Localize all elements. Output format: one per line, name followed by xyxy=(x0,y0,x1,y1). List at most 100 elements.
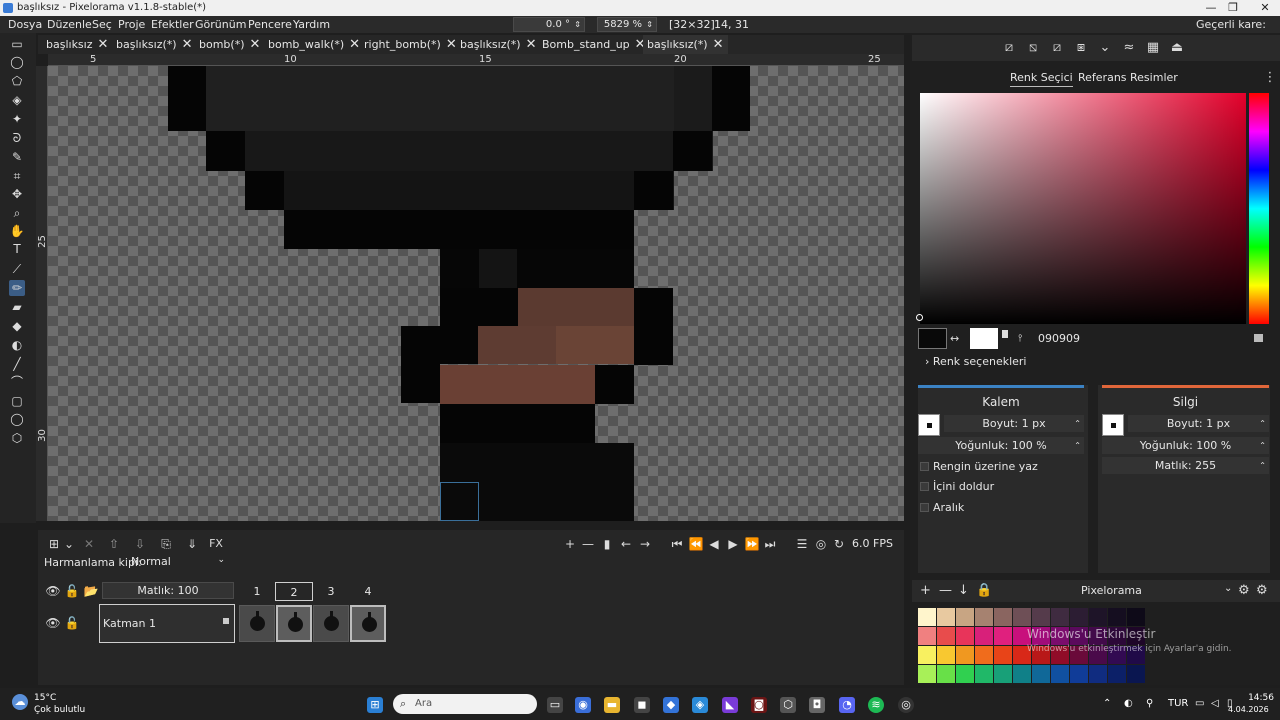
color-picker-icon[interactable]: ⟋ xyxy=(9,261,25,277)
close-icon[interactable]: ✕ xyxy=(349,37,360,52)
task-view-icon[interactable]: ▭ xyxy=(547,697,563,713)
palette-swatch[interactable] xyxy=(1127,665,1145,683)
palette-swatch[interactable] xyxy=(937,627,955,645)
fx-button[interactable]: FX xyxy=(207,535,225,553)
visibility-icon[interactable]: 👁 xyxy=(44,582,62,600)
clone-layer-icon[interactable]: ⎘ xyxy=(157,535,175,553)
app-icon[interactable]: ◆ xyxy=(663,697,679,713)
loop-icon[interactable]: ↻ xyxy=(830,535,848,553)
palette-settings-icon[interactable]: ⚙ xyxy=(1238,583,1250,598)
play-icon[interactable]: ▶ xyxy=(724,535,742,553)
pixelorama-taskbar-icon[interactable]: ◘ xyxy=(809,697,825,713)
close-icon[interactable]: ✕ xyxy=(182,37,193,52)
cel-frame-3[interactable] xyxy=(313,605,349,642)
polygon-select-icon[interactable]: ⬠ xyxy=(9,73,25,89)
spacing-checkbox[interactable]: Aralık xyxy=(920,501,964,514)
weather-description[interactable]: Çok bulutlu xyxy=(34,705,85,715)
palette-swatch[interactable] xyxy=(1013,608,1031,626)
lock-icon[interactable]: 🔒 xyxy=(976,583,992,598)
eraser-density-field[interactable]: Yoğunluk: 100 % ⌃ xyxy=(1102,437,1269,454)
palette-swatch[interactable] xyxy=(1013,665,1031,683)
zoom-icon[interactable]: ⌕ xyxy=(9,205,25,221)
palette-swatch[interactable] xyxy=(975,608,993,626)
checkerboard-icon[interactable]: ▦ xyxy=(1145,40,1161,56)
move-layer-down-icon[interactable]: ⇩ xyxy=(131,535,149,553)
palette-swatch[interactable] xyxy=(1032,608,1050,626)
palette-swatch[interactable] xyxy=(937,608,955,626)
tab-project[interactable]: bomb_walk(*) ✕ xyxy=(264,35,364,54)
palette-swatch[interactable] xyxy=(956,608,974,626)
clock-time[interactable]: 14:56 xyxy=(1246,693,1274,703)
zoom-field[interactable]: 5829 % ⇕ xyxy=(597,17,657,32)
drawing-canvas[interactable] xyxy=(48,66,904,521)
right-color-swatch[interactable] xyxy=(970,328,998,349)
rectangle-select-icon[interactable]: ▭ xyxy=(9,36,25,52)
next-frame-icon[interactable]: ⏩ xyxy=(743,535,761,553)
eraser-brush-type-button[interactable] xyxy=(1102,414,1124,436)
play-backwards-icon[interactable]: ◀ xyxy=(705,535,723,553)
pan-icon[interactable]: ✋ xyxy=(9,223,25,239)
palette-swatch[interactable] xyxy=(994,627,1012,645)
tab-project[interactable]: başlıksız(*) ✕ xyxy=(112,35,197,54)
ellipse-icon[interactable]: ◯ xyxy=(9,411,25,427)
chevron-down-icon[interactable]: ⌄ xyxy=(60,535,78,553)
tab-project[interactable]: bomb(*) ✕ xyxy=(195,35,264,54)
chevron-up-icon[interactable]: ⌃ xyxy=(1103,698,1111,709)
brush-type-button[interactable] xyxy=(918,414,940,436)
palette-swatch[interactable] xyxy=(956,646,974,664)
menu-window[interactable]: Pencere xyxy=(248,18,292,31)
cel-frame-4[interactable] xyxy=(350,605,386,642)
move-down-icon[interactable]: ↓ xyxy=(958,583,969,598)
swap-colors-icon[interactable]: ↔ xyxy=(950,332,959,345)
palette-name[interactable]: Pixelorama xyxy=(1081,584,1142,597)
move-frame-left-icon[interactable]: ← xyxy=(617,535,635,553)
remove-frame-icon[interactable]: — xyxy=(579,535,597,553)
mirror-vertical-icon[interactable]: ⧅ xyxy=(1025,40,1041,56)
palette-swatch[interactable] xyxy=(1032,665,1050,683)
spotify-icon[interactable]: ≋ xyxy=(868,697,884,713)
tab-reference-images[interactable]: Referans Resimler xyxy=(1078,70,1178,87)
close-icon[interactable]: ✕ xyxy=(98,37,109,52)
curve-icon[interactable]: ⌒ xyxy=(9,374,25,390)
dynamics-icon[interactable]: ≈ xyxy=(1121,40,1137,56)
tab-project[interactable]: başlıksız(*) ✕ xyxy=(456,35,541,54)
app-icon[interactable]: ◈ xyxy=(692,697,708,713)
palette-swatch[interactable] xyxy=(956,665,974,683)
layer-visibility-icon[interactable]: 👁 xyxy=(44,614,62,632)
pencil-icon[interactable]: ✏ xyxy=(9,280,25,296)
palette-swatch[interactable] xyxy=(1070,608,1088,626)
color-select-icon[interactable]: ◈ xyxy=(9,92,25,108)
file-explorer-icon[interactable]: ▬ xyxy=(604,697,620,713)
menu-effects[interactable]: Efektler xyxy=(151,18,194,31)
layer-row[interactable]: Katman 1 xyxy=(99,604,235,643)
clock-date[interactable]: 4.04.2026 xyxy=(1228,705,1269,714)
copilot-icon[interactable]: ◉ xyxy=(575,697,591,713)
palette-swatch[interactable] xyxy=(1070,665,1088,683)
palette-more-icon[interactable]: ⚙ xyxy=(1256,583,1268,598)
weather-temperature[interactable]: 15°C xyxy=(34,693,56,703)
palette-swatch[interactable] xyxy=(918,627,936,645)
tab-project[interactable]: başlıksız ✕ xyxy=(42,35,112,54)
blend-mode-select[interactable]: Normal ⌄ xyxy=(131,555,228,570)
palette-swatch[interactable] xyxy=(937,646,955,664)
menu-help[interactable]: Yardım xyxy=(293,18,330,31)
palette-swatch[interactable] xyxy=(1051,665,1069,683)
palette-swatch[interactable] xyxy=(918,646,936,664)
color-saturation-value-picker[interactable] xyxy=(920,93,1246,324)
lasso-icon[interactable]: ᘐ xyxy=(9,130,25,146)
close-icon[interactable]: ✕ xyxy=(250,37,261,52)
frame-header[interactable]: 3 xyxy=(312,582,350,601)
eraser-opacity-field[interactable]: Matlık: 255 ⌃ xyxy=(1102,457,1269,474)
tab-project[interactable]: right_bomb(*) ✕ xyxy=(360,35,461,54)
cel-frame-2[interactable] xyxy=(276,605,312,642)
search-input[interactable]: ⌕ Ara xyxy=(393,694,537,714)
menu-view[interactable]: Görünüm xyxy=(195,18,246,31)
screen-picker-icon[interactable] xyxy=(1254,334,1263,342)
fill-inside-checkbox[interactable]: İçini doldur xyxy=(920,480,994,493)
cel-frame-1[interactable] xyxy=(239,605,275,642)
pencil-density-field[interactable]: Yoğunluk: 100 % ⌃ xyxy=(918,437,1084,454)
paint-select-icon[interactable]: ✎ xyxy=(9,149,25,165)
folder-icon[interactable]: 📂 xyxy=(82,582,100,600)
mirror-horizontal-icon[interactable]: ⧄ xyxy=(1001,40,1017,56)
hue-slider[interactable] xyxy=(1249,93,1269,324)
